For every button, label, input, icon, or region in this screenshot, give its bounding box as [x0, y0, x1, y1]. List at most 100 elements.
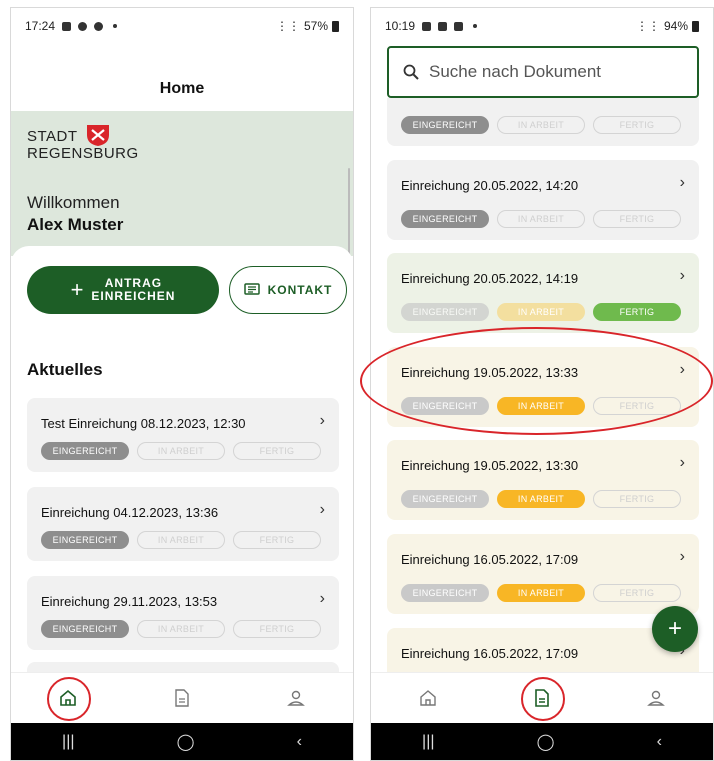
chevron-right-icon: ›: [679, 267, 685, 284]
document-icon: [175, 689, 189, 707]
chevron-right-icon: ›: [679, 174, 685, 191]
bottom-navigation: [11, 672, 353, 723]
submit-application-button[interactable]: + ANTRAG EINREICHEN: [27, 266, 219, 314]
nav-documents[interactable]: [521, 677, 565, 721]
chevron-right-icon: ›: [679, 361, 685, 378]
chevron-right-icon: ›: [679, 454, 685, 471]
status-chip-submitted: EINGEREICHT: [401, 397, 489, 415]
status-chip-in-progress: IN ARBEIT: [497, 490, 585, 508]
message-icon: [243, 283, 260, 295]
more-dot-icon: [113, 24, 118, 28]
phone-screen-documents: 10:19 ⋮⋮ 94% Suche nach Dokument EINGERE…: [370, 7, 714, 761]
system-navigation-bar: ||| ◯ ‹: [11, 723, 353, 760]
status-chip-submitted: EINGEREICHT: [41, 531, 129, 549]
document-card[interactable]: Einreichung 19.05.2022, 13:30 › EINGEREI…: [387, 440, 699, 520]
signal-icon: ⋮⋮: [275, 19, 300, 33]
highlight-circle: [521, 677, 565, 721]
nav-documents[interactable]: [162, 678, 202, 718]
more-dot-icon: [473, 24, 478, 28]
bottom-navigation: [371, 672, 713, 723]
status-chip-in-progress: IN ARBEIT: [137, 620, 225, 638]
chevron-right-icon: ›: [679, 548, 685, 565]
status-bar: 17:24 ⋮⋮ 57%: [11, 8, 353, 44]
search-icon: [403, 64, 419, 80]
status-chip-submitted: EINGEREICHT: [401, 490, 489, 508]
document-card[interactable]: EINGEREICHT IN ARBEIT FERTIG: [387, 98, 699, 146]
home-circle-icon[interactable]: ◯: [177, 732, 195, 752]
status-chip-done: FERTIG: [233, 442, 321, 460]
status-chip-in-progress: IN ARBEIT: [497, 116, 585, 134]
status-chip-done: FERTIG: [593, 490, 681, 508]
calendar-icon: [422, 21, 432, 31]
person-icon: [647, 690, 665, 706]
plus-icon: +: [70, 277, 84, 302]
notification-icon: [78, 21, 88, 31]
user-name: Alex Muster: [27, 215, 124, 234]
section-title-news: Aktuelles: [27, 360, 103, 379]
gallery-icon: [438, 21, 448, 31]
status-chip-submitted: EINGEREICHT: [401, 210, 489, 228]
person-icon: [287, 690, 305, 706]
status-chip-done: FERTIG: [233, 620, 321, 638]
back-icon[interactable]: ‹: [657, 733, 662, 751]
status-chip-in-progress: IN ARBEIT: [497, 210, 585, 228]
coat-of-arms-icon: [87, 125, 109, 146]
contact-button[interactable]: KONTAKT: [229, 266, 347, 314]
status-time: 10:19: [385, 19, 416, 33]
chevron-right-icon: ›: [319, 412, 325, 429]
document-card[interactable]: Einreichung 19.05.2022, 13:33 › EINGEREI…: [387, 347, 699, 427]
status-time: 17:24: [25, 19, 56, 33]
stadt-regensburg-logo: STADT REGENSBURG: [27, 125, 139, 161]
mail-icon: [454, 21, 464, 31]
status-chip-submitted: EINGEREICHT: [401, 303, 489, 321]
battery-percent: 94%: [663, 19, 688, 33]
sync-icon: [94, 21, 104, 31]
nav-home[interactable]: [47, 677, 91, 721]
back-icon[interactable]: ‹: [297, 733, 302, 751]
nav-home[interactable]: [408, 678, 448, 718]
recent-apps-icon[interactable]: |||: [62, 733, 74, 751]
home-icon: [420, 690, 436, 706]
status-chip-in-progress: IN ARBEIT: [137, 531, 225, 549]
chevron-right-icon: ›: [319, 590, 325, 607]
submission-card[interactable]: Einreichung 04.12.2023, 13:36 › EINGEREI…: [27, 487, 339, 561]
submission-card[interactable]: Test Einreichung 08.12.2023, 12:30 › EIN…: [27, 398, 339, 472]
document-list[interactable]: EINGEREICHT IN ARBEIT FERTIG Einreichung…: [371, 98, 713, 673]
phone-screen-home: 17:24 ⋮⋮ 57% Home STADT REGENSBURG Willk…: [10, 7, 354, 761]
welcome-hero: STADT REGENSBURG Willkommen Alex Muster: [11, 111, 353, 256]
system-navigation-bar: ||| ◯ ‹: [371, 723, 713, 760]
status-chip-done: FERTIG: [593, 303, 681, 321]
document-card[interactable]: Einreichung 16.05.2022, 17:09 › EINGEREI…: [387, 534, 699, 614]
status-chip-done: FERTIG: [593, 584, 681, 602]
home-circle-icon[interactable]: ◯: [537, 732, 555, 752]
status-chip-in-progress: IN ARBEIT: [497, 303, 585, 321]
status-chip-in-progress: IN ARBEIT: [137, 442, 225, 460]
submission-card[interactable]: Einreichung 29.11.2023, 13:53 › EINGEREI…: [27, 576, 339, 650]
nav-profile[interactable]: [276, 678, 316, 718]
battery-icon: [332, 20, 339, 32]
status-chip-in-progress: IN ARBEIT: [497, 397, 585, 415]
signal-icon: ⋮⋮: [635, 19, 660, 33]
add-document-fab[interactable]: +: [652, 606, 698, 652]
status-chip-in-progress: IN ARBEIT: [497, 584, 585, 602]
chevron-right-icon: ›: [319, 501, 325, 518]
status-chip-done: FERTIG: [593, 116, 681, 134]
status-chip-submitted: EINGEREICHT: [401, 116, 489, 134]
plus-icon: +: [667, 615, 682, 642]
document-card[interactable]: Einreichung 20.05.2022, 14:19 › EINGEREI…: [387, 253, 699, 333]
battery-percent: 57%: [303, 19, 328, 33]
status-bar: 10:19 ⋮⋮ 94%: [371, 8, 713, 44]
document-card[interactable]: Einreichung 20.05.2022, 14:20 › EINGEREI…: [387, 160, 699, 240]
highlight-circle: [47, 677, 91, 721]
status-chip-submitted: EINGEREICHT: [41, 442, 129, 460]
document-search-input[interactable]: Suche nach Dokument: [387, 46, 699, 98]
nav-profile[interactable]: [636, 678, 676, 718]
status-chip-done: FERTIG: [593, 210, 681, 228]
status-chip-submitted: EINGEREICHT: [401, 584, 489, 602]
status-chip-done: FERTIG: [593, 397, 681, 415]
battery-icon: [692, 20, 699, 32]
calendar-icon: [62, 21, 72, 31]
status-chip-submitted: EINGEREICHT: [41, 620, 129, 638]
status-chip-done: FERTIG: [233, 531, 321, 549]
recent-apps-icon[interactable]: |||: [422, 733, 434, 751]
